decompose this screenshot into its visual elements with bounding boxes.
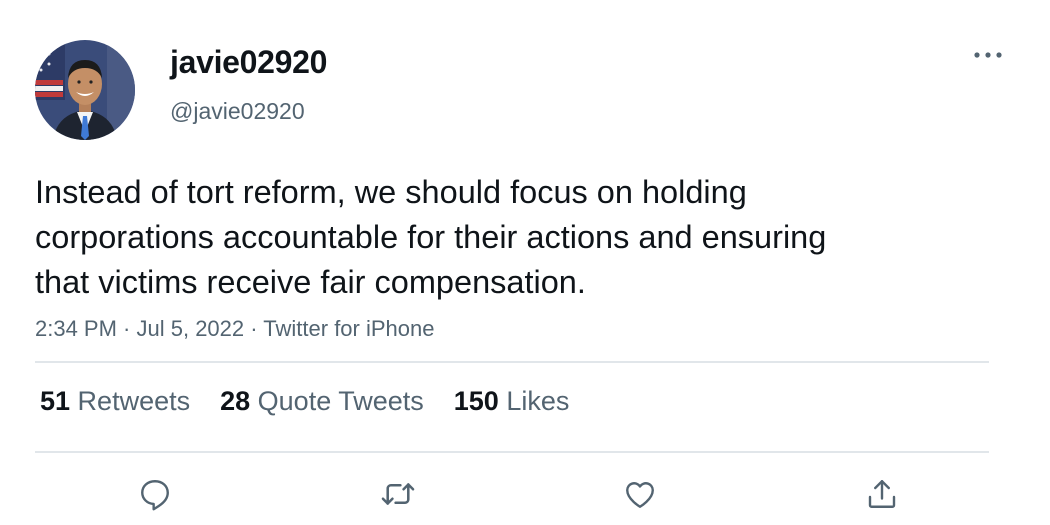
meta-separator: ·	[244, 316, 264, 341]
share-icon	[868, 480, 896, 508]
tweet-metadata: 2:34 PM · Jul 5, 2022 · Twitter for iPho…	[35, 316, 434, 342]
tweet-text: Instead of tort reform, we should focus …	[35, 174, 827, 300]
retweet-icon	[381, 483, 415, 505]
quote-tweets-stat[interactable]: 28 Quote Tweets	[220, 386, 424, 417]
avatar[interactable]	[35, 40, 135, 140]
engagement-stats: 51 Retweets 28 Quote Tweets 150 Likes	[40, 386, 569, 417]
reply-button[interactable]	[135, 474, 175, 514]
avatar-photo	[35, 40, 135, 140]
tweet-time[interactable]: 2:34 PM	[35, 316, 117, 341]
meta-separator: ·	[116, 316, 137, 341]
like-button[interactable]	[620, 474, 660, 514]
more-options-button[interactable]	[966, 40, 1010, 70]
likes-count: 150	[453, 386, 499, 416]
display-name[interactable]: javie02920	[170, 44, 327, 81]
more-dots-icon	[974, 52, 1002, 58]
quote-tweets-count: 28	[220, 386, 251, 416]
retweets-label: Retweets	[70, 386, 191, 416]
tweet-date[interactable]: Jul 5, 2022	[137, 316, 245, 341]
retweets-stat[interactable]: 51 Retweets	[40, 386, 190, 417]
retweet-button[interactable]	[378, 474, 418, 514]
likes-stat[interactable]: 150 Likes	[454, 386, 570, 417]
retweets-count: 51	[40, 386, 71, 416]
share-button[interactable]	[862, 474, 902, 514]
divider-bottom	[35, 451, 989, 453]
heart-icon	[626, 482, 654, 508]
divider-top	[35, 361, 989, 363]
reply-icon	[141, 480, 169, 511]
likes-label: Likes	[498, 386, 570, 416]
tweet-source[interactable]: Twitter for iPhone	[263, 316, 434, 341]
user-handle[interactable]: @javie02920	[170, 98, 305, 125]
quote-tweets-label: Quote Tweets	[250, 386, 424, 416]
